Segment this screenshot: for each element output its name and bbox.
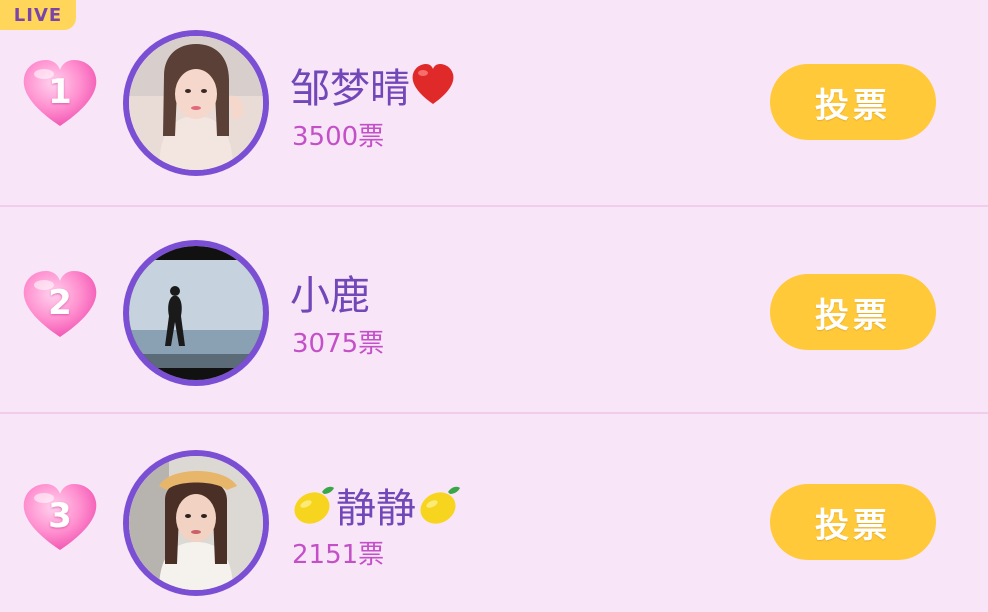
rank-number: 1 <box>48 72 72 112</box>
vote-button[interactable]: 投票 <box>770 274 936 350</box>
rank-heart-icon: 3 <box>20 482 100 554</box>
vote-count: 3075票 <box>292 329 385 359</box>
red-heart-icon <box>410 62 456 108</box>
lemon-icon <box>290 482 336 528</box>
contestant-name: 邹梦晴 <box>290 56 456 114</box>
rank-heart-icon: 1 <box>20 58 100 130</box>
vote-button[interactable]: 投票 <box>770 484 936 560</box>
avatar[interactable] <box>123 30 269 176</box>
vote-count: 3500票 <box>292 122 385 152</box>
contestant-name-text: 邹梦晴 <box>290 66 410 112</box>
ranking-board: LIVE 1 邹梦晴 3500票 投票 2 小鹿 3075票 投票 3 静静 2… <box>0 0 988 612</box>
list-item: 1 邹梦晴 3500票 投票 <box>0 0 988 205</box>
avatar[interactable] <box>123 450 269 596</box>
rank-heart-icon: 2 <box>20 269 100 341</box>
rank-number: 3 <box>48 496 72 536</box>
contestant-name: 小鹿 <box>290 263 370 321</box>
lemon-icon <box>416 482 462 528</box>
vote-count: 2151票 <box>292 540 385 570</box>
avatar[interactable] <box>123 240 269 386</box>
rank-number: 2 <box>48 283 72 323</box>
list-item: 2 小鹿 3075票 投票 <box>0 207 988 412</box>
contestant-name-text: 静静 <box>336 486 416 532</box>
contestant-name-text: 小鹿 <box>290 273 370 319</box>
contestant-name: 静静 <box>290 476 462 534</box>
vote-button[interactable]: 投票 <box>770 64 936 140</box>
list-item: 3 静静 2151票 投票 <box>0 414 988 612</box>
